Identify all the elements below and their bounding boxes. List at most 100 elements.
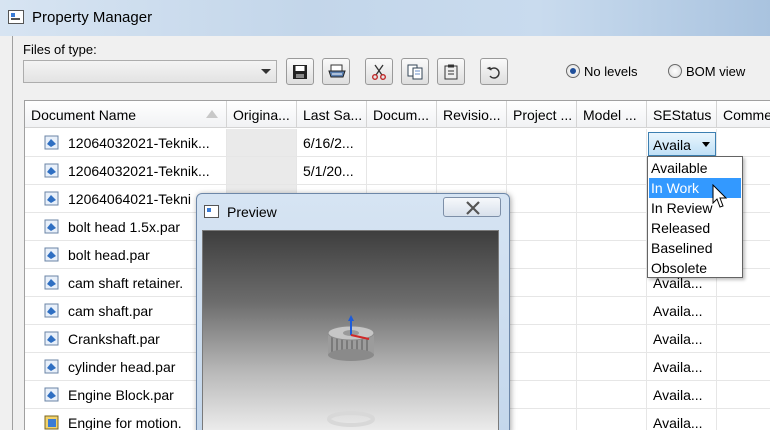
grid-cell[interactable]	[507, 129, 577, 157]
column-header-document[interactable]: Docum...	[367, 101, 437, 128]
scissors-icon	[372, 64, 386, 80]
save-button[interactable]	[286, 58, 314, 85]
grid-cell[interactable]	[507, 269, 577, 297]
chevron-down-icon	[261, 69, 271, 74]
document-name-cell[interactable]: 12064032021-Teknik...	[25, 129, 227, 157]
column-header-original[interactable]: Origina...	[227, 101, 297, 128]
document-name: cam shaft.par	[68, 303, 153, 319]
grid-cell[interactable]	[717, 325, 770, 353]
grid-cell[interactable]	[507, 185, 577, 213]
window-title: Property Manager	[32, 9, 153, 26]
document-name-cell[interactable]: 12064032021-Teknik...	[25, 157, 227, 185]
app-icon	[8, 10, 24, 24]
grid-cell[interactable]	[577, 297, 647, 325]
grid-cell[interactable]	[577, 157, 647, 185]
part-document-icon	[44, 163, 59, 178]
part-document-icon	[44, 219, 59, 234]
column-header-project[interactable]: Project ...	[507, 101, 577, 128]
preview-title: Preview	[227, 204, 277, 220]
grid-cell[interactable]	[507, 381, 577, 409]
document-name: bolt head.par	[68, 247, 150, 263]
undo-button[interactable]	[480, 58, 508, 85]
grid-cell[interactable]	[507, 241, 577, 269]
sestatus-cell[interactable]: Availa...	[647, 353, 717, 381]
status-option-released[interactable]: Released	[649, 218, 741, 238]
column-header-last-saved[interactable]: Last Sa...	[297, 101, 367, 128]
grid-cell[interactable]	[437, 157, 507, 185]
no-levels-label: No levels	[584, 64, 638, 79]
grid-cell[interactable]	[367, 129, 437, 157]
sestatus-cell[interactable]: Availa...	[647, 325, 717, 353]
preview-close-button[interactable]	[443, 197, 501, 217]
document-name: cylinder head.par	[68, 359, 176, 375]
last-saved-cell[interactable]: 6/16/2...	[297, 129, 367, 157]
grid-cell[interactable]	[717, 409, 770, 430]
part-document-icon	[44, 135, 59, 150]
part-document-icon	[44, 359, 59, 374]
status-option-available[interactable]: Available	[649, 158, 741, 178]
bom-view-label: BOM view	[686, 64, 746, 79]
document-name: 12064032021-Teknik...	[68, 163, 210, 179]
sestatus-dropdown-list: Available In Work In Review Released Bas…	[647, 156, 743, 278]
files-of-type-label: Files of type:	[23, 42, 97, 57]
grid-cell[interactable]	[717, 297, 770, 325]
sort-ascending-icon	[206, 110, 218, 118]
copy-button[interactable]	[401, 58, 429, 85]
cut-button[interactable]	[365, 58, 393, 85]
grid-cell[interactable]	[227, 129, 297, 157]
clipboard-icon	[444, 64, 458, 80]
grid-cell[interactable]	[717, 353, 770, 381]
grid-cell[interactable]	[577, 409, 647, 430]
grid-cell[interactable]	[577, 353, 647, 381]
grid-cell[interactable]	[577, 241, 647, 269]
grid-cell[interactable]	[577, 269, 647, 297]
grid-cell[interactable]	[577, 129, 647, 157]
bom-view-radio[interactable]	[668, 64, 682, 78]
grid-cell[interactable]	[577, 325, 647, 353]
status-option-obsolete[interactable]: Obsolete	[649, 258, 741, 278]
grid-cell[interactable]	[577, 185, 647, 213]
grid-cell[interactable]	[717, 381, 770, 409]
document-name: 12064064021-Tekni	[68, 191, 191, 207]
grid-cell[interactable]	[507, 213, 577, 241]
part-document-icon	[44, 387, 59, 402]
no-levels-radio[interactable]	[566, 64, 580, 78]
sestatus-cell[interactable]: Availa...	[647, 409, 717, 430]
part-document-icon	[44, 275, 59, 290]
last-saved-cell[interactable]: 5/1/20...	[297, 157, 367, 185]
column-header-sestatus[interactable]: SEStatus	[647, 101, 717, 128]
print-button[interactable]	[322, 58, 350, 85]
column-header-document-name[interactable]: Document Name	[25, 101, 227, 128]
grid-cell[interactable]	[507, 409, 577, 430]
column-header-model[interactable]: Model ...	[577, 101, 647, 128]
copy-icon	[407, 64, 423, 80]
preview-window-icon	[204, 205, 219, 218]
floppy-disk-icon	[293, 65, 307, 79]
grid-cell[interactable]	[577, 381, 647, 409]
grid-cell[interactable]	[507, 353, 577, 381]
grid-cell[interactable]	[507, 157, 577, 185]
preview-window: Preview	[196, 193, 510, 430]
part-document-icon	[44, 191, 59, 206]
files-of-type-combo[interactable]	[23, 60, 277, 83]
document-name: Crankshaft.par	[68, 331, 160, 347]
document-name: Engine for motion.	[68, 415, 182, 430]
grid-cell[interactable]	[367, 157, 437, 185]
paste-button[interactable]	[437, 58, 465, 85]
column-header-revision[interactable]: Revisio...	[437, 101, 507, 128]
close-icon	[466, 201, 480, 215]
grid-cell[interactable]	[437, 129, 507, 157]
grid-cell[interactable]	[577, 213, 647, 241]
document-name: 12064032021-Teknik...	[68, 135, 210, 151]
printer-icon	[328, 64, 346, 78]
column-header-comments[interactable]: Comme	[717, 101, 770, 128]
grid-cell[interactable]	[507, 325, 577, 353]
grid-cell[interactable]	[717, 129, 770, 157]
grid-cell[interactable]	[227, 157, 297, 185]
sestatus-combo[interactable]: Availa	[648, 132, 716, 156]
status-option-baselined[interactable]: Baselined	[649, 238, 741, 258]
part-document-icon	[44, 247, 59, 262]
sestatus-cell[interactable]: Availa...	[647, 381, 717, 409]
grid-cell[interactable]	[507, 297, 577, 325]
sestatus-cell[interactable]: Availa...	[647, 297, 717, 325]
